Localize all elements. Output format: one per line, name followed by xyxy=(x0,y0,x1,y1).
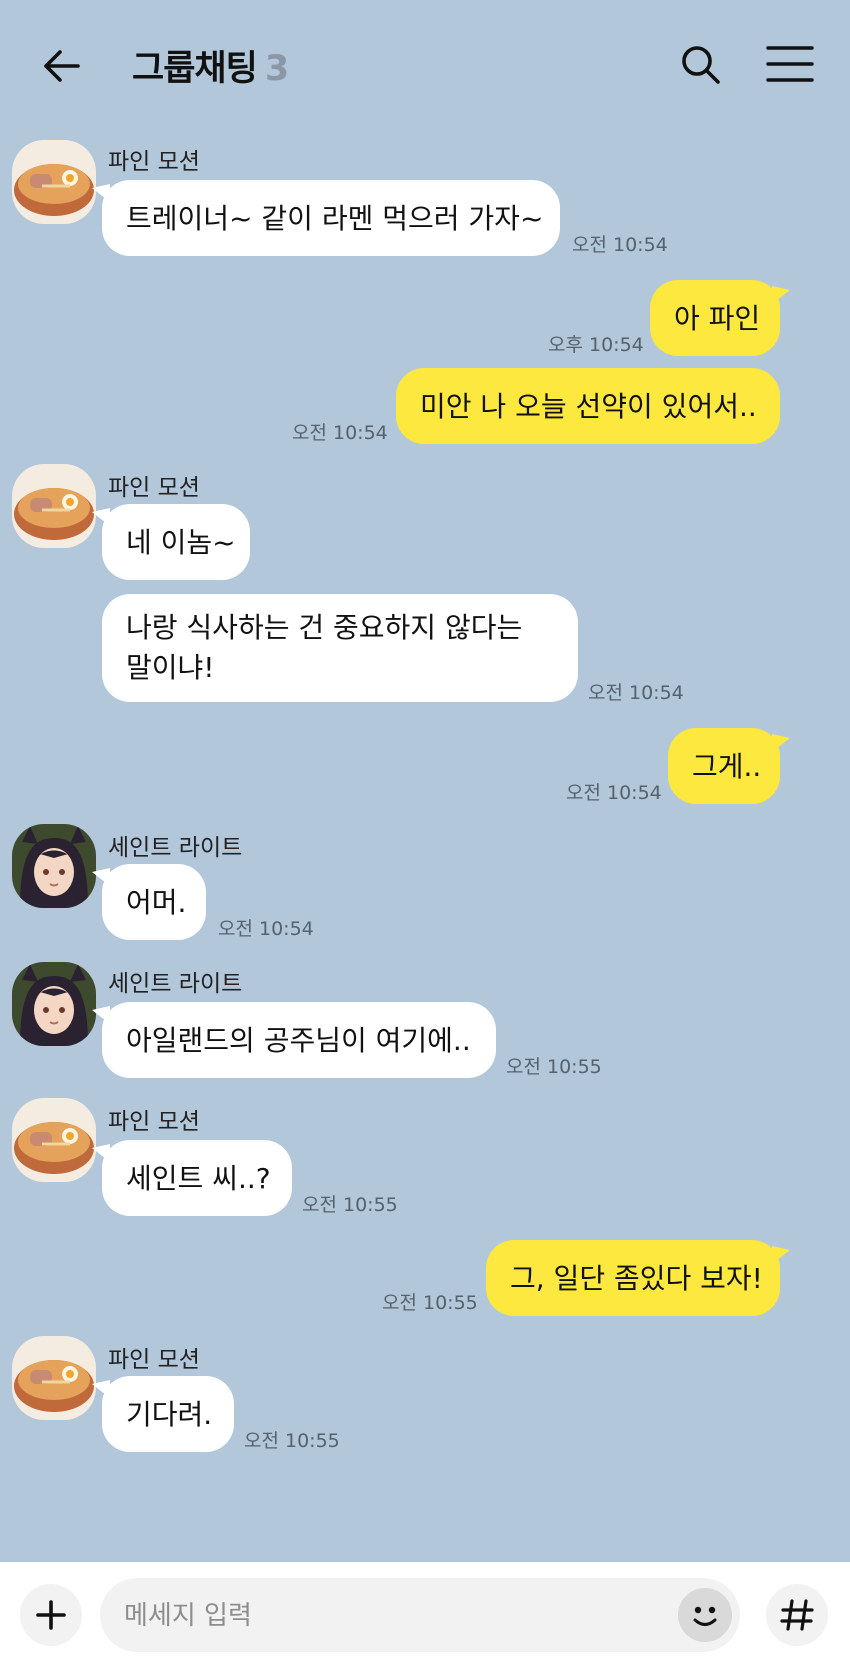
message-input-container[interactable] xyxy=(100,1578,740,1654)
message-time: 오전 10:55 xyxy=(382,1292,478,1314)
message-bubble[interactable]: 나랑 식사하는 건 중요하지 않다는 말이냐! xyxy=(102,594,578,702)
message-bubble[interactable]: 네 이놈~ xyxy=(102,504,250,580)
search-icon[interactable] xyxy=(678,42,722,86)
ramen-avatar[interactable] xyxy=(12,464,96,548)
sender-name: 파인 모션 xyxy=(108,475,200,501)
message-bubble[interactable]: 세인트 씨..? xyxy=(102,1140,292,1216)
sender-name: 세인트 라이트 xyxy=(108,835,243,861)
message-bubble[interactable]: 기다려. xyxy=(102,1376,234,1452)
message-bubble[interactable]: 미안 나 오늘 선약이 있어서.. xyxy=(396,368,780,444)
message-bubble[interactable]: 그, 일단 좀있다 보자! xyxy=(486,1240,780,1316)
message-bubble[interactable]: 그게.. xyxy=(668,728,780,804)
message-bubble[interactable]: 아 파인 xyxy=(650,280,780,356)
ramen-avatar[interactable] xyxy=(12,1098,96,1182)
message-time: 오전 10:55 xyxy=(244,1430,340,1452)
hashtag-icon[interactable] xyxy=(766,1584,828,1646)
smiley-icon[interactable] xyxy=(678,1588,732,1642)
message-time: 오후 10:54 xyxy=(548,334,644,356)
message-bubble[interactable]: 어머. xyxy=(102,864,206,940)
sender-name: 세인트 라이트 xyxy=(108,971,243,997)
girl-avatar[interactable] xyxy=(12,824,96,908)
girl-avatar[interactable] xyxy=(12,962,96,1046)
message-time: 오전 10:55 xyxy=(506,1056,602,1078)
chat-header: 그룹채팅 3 xyxy=(0,0,850,128)
ramen-avatar[interactable] xyxy=(12,140,96,224)
sender-name: 파인 모션 xyxy=(108,149,200,175)
sender-name: 파인 모션 xyxy=(108,1109,200,1135)
message-time: 오전 10:54 xyxy=(588,682,684,704)
message-time: 오전 10:54 xyxy=(218,918,314,940)
message-bubble[interactable]: 아일랜드의 공주님이 여기에.. xyxy=(102,1002,496,1078)
ramen-avatar[interactable] xyxy=(12,1336,96,1420)
chat-title-text: 그룹채팅 xyxy=(132,49,258,89)
sender-name: 파인 모션 xyxy=(108,1347,200,1373)
chat-title: 그룹채팅 3 xyxy=(132,40,289,91)
message-bubble[interactable]: 트레이너~ 같이 라멘 먹으러 가자~ xyxy=(102,180,560,256)
hamburger-menu-icon[interactable] xyxy=(766,44,814,84)
message-time: 오전 10:55 xyxy=(302,1194,398,1216)
message-time: 오전 10:54 xyxy=(566,782,662,804)
plus-icon[interactable] xyxy=(20,1584,82,1646)
message-time: 오전 10:54 xyxy=(572,234,668,256)
message-input[interactable] xyxy=(122,1578,666,1654)
message-input-bar xyxy=(0,1562,850,1670)
member-count: 3 xyxy=(264,49,289,89)
back-arrow-icon[interactable] xyxy=(40,44,84,88)
message-time: 오전 10:54 xyxy=(292,422,388,444)
